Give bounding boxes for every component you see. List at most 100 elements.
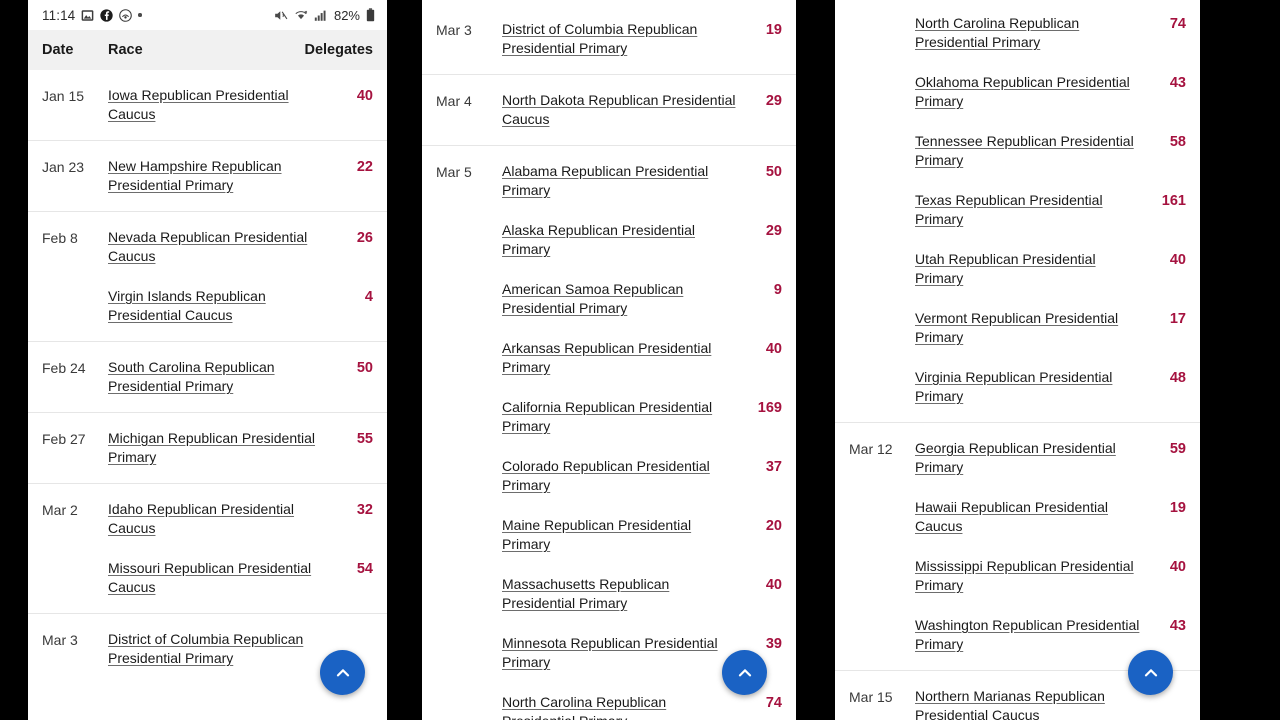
delegate-count: 43 [1169,618,1186,634]
race-link[interactable]: Arkansas Republican Presidential Primary [502,340,711,375]
table-row: Mar 5 Alabama Republican Presidential Pri… [436,158,782,204]
middle-panel: Mar 3 District of Columbia Republican Pre… [422,0,796,720]
race-link[interactable]: Tennessee Republican Presidential Primar… [915,133,1134,168]
date-group: Feb 27 Michigan Republican Presidential P… [28,413,387,484]
status-bar-right: 82% [274,8,375,23]
race-date [436,457,502,458]
date-group: Mar 2 Idaho Republican Presidential Caucu… [28,484,387,614]
table-row: Hawaii Republican Presidential Caucus 19 [849,494,1186,540]
table-row: Alaska Republican Presidential Primary 29 [436,217,782,263]
race-date [436,339,502,340]
delegate-count: 50 [356,360,373,376]
race-name-cell: American Samoa Republican Presidential P… [502,280,748,318]
race-link[interactable]: American Samoa Republican Presidential P… [502,281,683,316]
table-row: Mar 2 Idaho Republican Presidential Caucu… [42,496,373,542]
battery-icon [366,8,375,22]
delegate-count: 19 [765,22,782,38]
race-link[interactable]: Utah Republican Presidential Primary [915,251,1096,286]
schedule-list: Jan 15 Iowa Republican Presidential Caucu… [28,70,387,684]
delegate-count: 9 [773,282,782,298]
race-link[interactable]: Minnesota Republican Presidential Primar… [502,635,718,670]
race-date [436,221,502,222]
race-date: Mar 12 [849,441,893,457]
race-date [436,516,502,517]
delegate-count: 39 [765,636,782,652]
race-link[interactable]: District of Columbia Republican Presiden… [502,21,697,56]
race-name-cell: Vermont Republican Presidential Primary [915,309,1152,347]
race-name-cell: District of Columbia Republican Presiden… [502,20,748,58]
delegate-count: 54 [356,561,373,577]
scroll-to-top-button[interactable] [320,650,365,695]
scroll-to-top-button[interactable] [1128,650,1173,695]
delegate-count [339,630,373,631]
delegate-count: 29 [765,223,782,239]
race-link[interactable]: Oklahoma Republican Presidential Primary [915,74,1130,109]
race-date [436,398,502,399]
race-name-cell: Utah Republican Presidential Primary [915,250,1152,288]
race-name-cell: Missouri Republican Presidential Caucus [108,559,339,597]
race-link[interactable]: Idaho Republican Presidential Caucus [108,501,294,536]
delegate-count: 59 [1169,441,1186,457]
race-link[interactable]: Virginia Republican Presidential Primary [915,369,1112,404]
race-link[interactable]: Virgin Islands Republican Presidential C… [108,288,266,323]
race-name-cell: Texas Republican Presidential Primary [915,191,1152,229]
race-link[interactable]: Texas Republican Presidential Primary [915,192,1103,227]
race-link[interactable]: Maine Republican Presidential Primary [502,517,691,552]
race-date [849,73,915,74]
race-date: Mar 4 [436,93,472,109]
date-group: Mar 4 North Dakota Republican Presidentia… [422,75,796,146]
race-link[interactable]: Vermont Republican Presidential Primary [915,310,1118,345]
race-link[interactable]: Iowa Republican Presidential Caucus [108,87,289,122]
race-link[interactable]: New Hampshire Republican Presidential Pr… [108,158,282,193]
race-link[interactable]: Missouri Republican Presidential Caucus [108,560,311,595]
race-link[interactable]: Washington Republican Presidential Prima… [915,617,1139,652]
race-link[interactable]: Hawaii Republican Presidential Caucus [915,499,1108,534]
race-date: Mar 3 [436,22,472,38]
race-date [42,287,108,288]
table-row: Feb 27 Michigan Republican Presidential P… [42,425,373,471]
table-row: Tennessee Republican Presidential Primar… [849,128,1186,174]
delegate-count: 169 [757,400,782,416]
delegate-count: 32 [356,502,373,518]
race-date [849,498,915,499]
race-name-cell: South Carolina Republican Presidential P… [108,358,339,396]
race-date [849,14,915,15]
race-name-cell: Northern Marianas Republican Presidentia… [915,687,1152,720]
race-link[interactable]: Mississippi Republican Presidential Prim… [915,558,1134,593]
date-group: Mar 3 District of Columbia Republican Pre… [422,4,796,75]
race-link[interactable]: Nevada Republican Presidential Caucus [108,229,307,264]
status-clock: 11:14 [42,7,76,23]
race-link[interactable]: South Carolina Republican Presidential P… [108,359,275,394]
race-link[interactable]: North Carolina Republican Presidential P… [502,694,666,720]
delegate-count: 74 [765,695,782,711]
race-date [436,634,502,635]
race-link[interactable]: District of Columbia Republican Presiden… [108,631,303,666]
race-date [849,368,915,369]
race-link[interactable]: Alabama Republican Presidential Primary [502,163,708,198]
race-name-cell: Idaho Republican Presidential Caucus [108,500,339,538]
race-date: Mar 2 [42,502,78,518]
table-row: Jan 15 Iowa Republican Presidential Caucu… [42,82,373,128]
scroll-to-top-button[interactable] [722,650,767,695]
table-row: North Carolina Republican Presidential P… [849,10,1186,56]
race-link[interactable]: Michigan Republican Presidential Primary [108,430,315,465]
race-link[interactable]: Georgia Republican Presidential Primary [915,440,1116,475]
race-link[interactable]: Alaska Republican Presidential Primary [502,222,695,257]
table-row: Texas Republican Presidential Primary 161 [849,187,1186,233]
race-link[interactable]: Massachusetts Republican Presidential Pr… [502,576,669,611]
race-name-cell: Hawaii Republican Presidential Caucus [915,498,1152,536]
mute-icon [274,9,288,22]
race-link[interactable]: California Republican Presidential Prima… [502,399,712,434]
race-date [436,575,502,576]
delegate-count: 48 [1169,370,1186,386]
delegate-count: 40 [765,341,782,357]
column-header-race: Race [108,42,143,58]
race-link[interactable]: North Carolina Republican Presidential P… [915,15,1079,50]
image-icon [81,9,94,22]
race-link[interactable]: Northern Marianas Republican Presidentia… [915,688,1105,720]
race-name-cell: Tennessee Republican Presidential Primar… [915,132,1152,170]
race-link[interactable]: Colorado Republican Presidential Primary [502,458,710,493]
race-date [849,616,915,617]
race-link[interactable]: North Dakota Republican Presidential Cau… [502,92,735,127]
race-date [42,559,108,560]
